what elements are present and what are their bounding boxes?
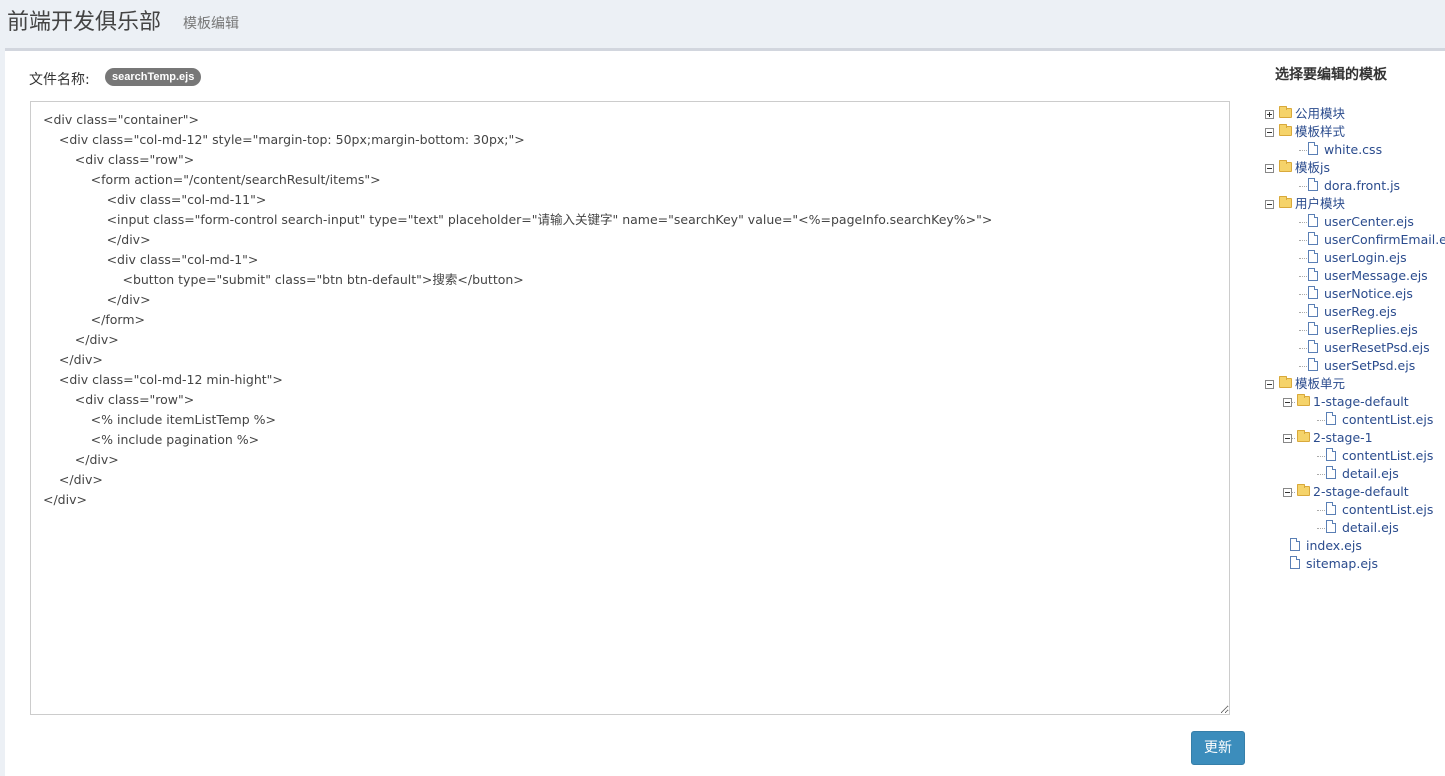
folder-icon xyxy=(1297,484,1310,496)
tree-connector xyxy=(1299,312,1307,313)
folder-icon xyxy=(1279,106,1292,118)
editor-panel: 文件名称: searchTemp.ejs <div class="contain… xyxy=(5,48,1445,776)
tree-connector xyxy=(1299,150,1307,151)
collapse-toggle-icon[interactable] xyxy=(1283,488,1292,497)
tree-folder-label: 模板js xyxy=(1295,160,1330,175)
folder-icon xyxy=(1279,160,1292,172)
file-name-badge: searchTemp.ejs xyxy=(105,68,202,86)
tree-connector xyxy=(1317,510,1325,511)
file-icon xyxy=(1308,304,1318,317)
folder-icon xyxy=(1279,376,1292,388)
file-icon xyxy=(1326,412,1336,425)
template-code-editor[interactable]: <div class="container"> <div class="col-… xyxy=(30,101,1230,715)
tree-file-label: contentList.ejs xyxy=(1342,412,1434,427)
collapse-toggle-icon[interactable] xyxy=(1283,398,1292,407)
tree-file-label: dora.front.js xyxy=(1324,178,1401,193)
collapse-toggle-icon[interactable] xyxy=(1265,128,1274,137)
file-icon xyxy=(1308,340,1318,353)
tree-connector xyxy=(1299,366,1307,367)
folder-icon xyxy=(1279,196,1292,208)
tree-file-label: index.ejs xyxy=(1306,538,1362,553)
tree-connector xyxy=(1299,348,1307,349)
file-icon xyxy=(1308,322,1318,335)
tree-file-label: userResetPsd.ejs xyxy=(1324,340,1430,355)
tree-folder-label: 模板样式 xyxy=(1295,124,1346,139)
tree-file-label: contentList.ejs xyxy=(1342,502,1434,517)
template-tree-title: 选择要编辑的模板 xyxy=(1275,67,1387,83)
file-icon xyxy=(1308,358,1318,371)
site-title[interactable]: 前端开发俱乐部 xyxy=(7,4,161,36)
file-icon xyxy=(1308,214,1318,227)
tree-connector xyxy=(1317,420,1325,421)
file-icon xyxy=(1326,466,1336,479)
tree-file-label: white.css xyxy=(1324,142,1383,157)
file-icon xyxy=(1308,142,1318,155)
tree-connector xyxy=(1299,330,1307,331)
tree-connector xyxy=(1299,222,1307,223)
tree-file-label: detail.ejs xyxy=(1342,466,1399,481)
page-header: 前端开发俱乐部 模板编辑 xyxy=(0,0,1445,48)
folder-icon xyxy=(1297,430,1310,442)
file-icon xyxy=(1290,538,1300,551)
tree-file-label: userConfirmEmail.ejs xyxy=(1324,232,1445,247)
tree-folder-label: 用户模块 xyxy=(1295,196,1346,211)
file-icon xyxy=(1326,448,1336,461)
tree-file-label: detail.ejs xyxy=(1342,520,1399,535)
file-icon xyxy=(1326,520,1336,533)
tree-file-label: sitemap.ejs xyxy=(1306,556,1378,571)
tree-file-label: userCenter.ejs xyxy=(1324,214,1414,229)
tree-connector xyxy=(1299,294,1307,295)
expand-toggle-icon[interactable] xyxy=(1265,110,1274,119)
tree-connector xyxy=(1299,276,1307,277)
tree-file-label: userNotice.ejs xyxy=(1324,286,1413,301)
collapse-toggle-icon[interactable] xyxy=(1265,380,1274,389)
tree-folder-label: 2-stage-1 xyxy=(1313,430,1373,445)
file-name-label: 文件名称: xyxy=(29,72,90,88)
update-button[interactable]: 更新 xyxy=(1191,731,1245,765)
tree-folder-label: 模板单元 xyxy=(1295,376,1346,391)
tree-file-label: userReplies.ejs xyxy=(1324,322,1418,337)
file-icon xyxy=(1290,556,1300,569)
tree-folder-label: 2-stage-default xyxy=(1313,484,1409,499)
file-icon xyxy=(1308,268,1318,281)
tree-file-label: userReg.ejs xyxy=(1324,304,1397,319)
file-icon xyxy=(1308,232,1318,245)
file-icon xyxy=(1308,178,1318,191)
tree-folder-label: 公用模块 xyxy=(1295,106,1346,121)
tree-file-label: contentList.ejs xyxy=(1342,448,1434,463)
collapse-toggle-icon[interactable] xyxy=(1265,200,1274,209)
tree-file-label: userMessage.ejs xyxy=(1324,268,1428,283)
file-icon xyxy=(1326,502,1336,515)
folder-icon xyxy=(1279,124,1292,136)
file-icon xyxy=(1308,286,1318,299)
tree-file-label: userLogin.ejs xyxy=(1324,250,1407,265)
tree-connector xyxy=(1299,186,1307,187)
tree-connector xyxy=(1317,456,1325,457)
tree-connector xyxy=(1317,474,1325,475)
file-icon xyxy=(1308,250,1318,263)
tree-file-label: userSetPsd.ejs xyxy=(1324,358,1416,373)
tree-connector xyxy=(1299,240,1307,241)
folder-icon xyxy=(1297,394,1310,406)
tree-connector xyxy=(1299,258,1307,259)
tree-folder-label: 1-stage-default xyxy=(1313,394,1409,409)
tree-connector xyxy=(1317,528,1325,529)
collapse-toggle-icon[interactable] xyxy=(1265,164,1274,173)
page-subtitle: 模板编辑 xyxy=(183,16,239,32)
collapse-toggle-icon[interactable] xyxy=(1283,434,1292,443)
